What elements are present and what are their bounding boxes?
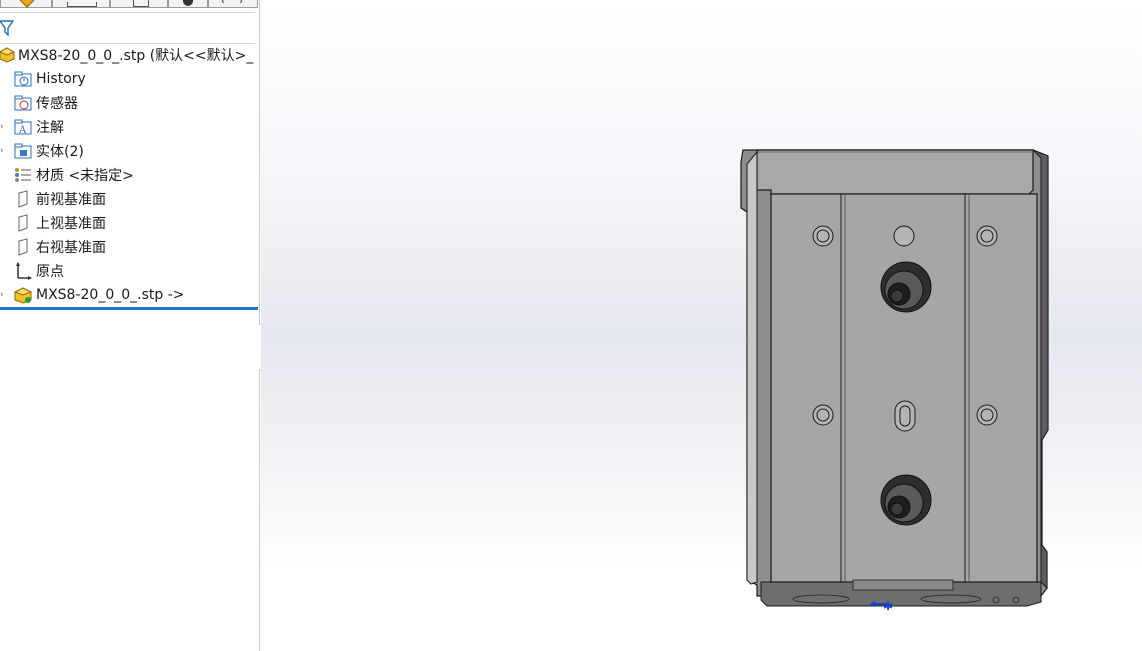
tree-root-label: MXS8-20_0_0_.stp (默认<<默认>_ <box>18 48 254 64</box>
chevron-left-icon[interactable]: ‹ <box>221 0 225 7</box>
expand-arrow-icon[interactable]: › <box>0 122 4 132</box>
tree-item-label: 右视基准面 <box>36 240 106 256</box>
feature-manager-tab[interactable] <box>0 0 52 8</box>
tree-item-origin[interactable]: 原点 <box>0 260 258 282</box>
tree-item-label: MXS8-20_0_0_.stp -> <box>36 287 185 303</box>
tab-scroll-arrows[interactable]: ‹ › <box>208 0 258 8</box>
tree-item-label: 前视基准面 <box>36 192 106 208</box>
annotation-folder-icon: A <box>14 118 32 136</box>
plane-icon <box>14 190 32 208</box>
tree-item-sensors[interactable]: 传感器 <box>0 92 258 114</box>
rollback-bar[interactable] <box>0 307 258 310</box>
tree-item-label: 原点 <box>36 264 64 280</box>
tree-item-history[interactable]: History <box>0 68 258 90</box>
part-left-edge <box>746 150 758 585</box>
tree-item-material[interactable]: 材质 <未指定> <box>0 164 258 186</box>
history-folder-icon <box>14 70 32 88</box>
property-manager-tab[interactable] <box>52 0 110 8</box>
tree-item-label: 传感器 <box>36 96 78 112</box>
part-icon <box>0 46 16 64</box>
tree-item-front-plane[interactable]: 前视基准面 <box>0 188 258 210</box>
dimxpert-tab[interactable] <box>168 0 208 8</box>
solid-bodies-folder-icon <box>14 142 32 160</box>
chevron-right-icon[interactable]: › <box>239 0 243 7</box>
tree-item-imported-feature[interactable]: › MXS8-20_0_0_.stp -> <box>0 284 258 306</box>
tree-item-label: History <box>36 71 86 87</box>
configuration-icon <box>133 0 149 7</box>
tree-item-annotations[interactable]: › A 注解 <box>0 116 258 138</box>
part-top-rail <box>756 149 1034 195</box>
tree-root-part[interactable]: MXS8-20_0_0_.stp (默认<<默认>_ <box>0 44 256 66</box>
tree-item-label: 注解 <box>36 120 64 136</box>
plane-icon <box>14 214 32 232</box>
tree-item-label: 材质 <未指定> <box>36 168 134 184</box>
imported-part-icon <box>14 286 32 304</box>
tree-item-solid-bodies[interactable]: › 实体(2) <box>0 140 258 162</box>
crosshair-icon <box>183 0 193 6</box>
expand-arrow-icon[interactable]: › <box>0 290 4 300</box>
filter-icon[interactable] <box>0 20 14 36</box>
tree-item-label: 上视基准面 <box>36 216 106 232</box>
expand-arrow-icon[interactable]: › <box>0 146 4 156</box>
svg-text:A: A <box>18 125 27 135</box>
tree-item-top-plane[interactable]: 上视基准面 <box>0 212 258 234</box>
plane-icon <box>14 238 32 256</box>
origin-icon <box>14 262 32 280</box>
tree-filter-bar <box>0 12 255 44</box>
svg-text:✱: ✱ <box>883 599 893 613</box>
tree-item-label: 实体(2) <box>36 144 84 160</box>
material-icon <box>14 166 32 184</box>
sensor-folder-icon <box>14 94 32 112</box>
property-icon <box>67 2 97 7</box>
part-model[interactable]: ✱ <box>261 0 1142 651</box>
tree-item-right-plane[interactable]: 右视基准面 <box>0 236 258 258</box>
feature-manager-panel: ‹ › MXS8-20_0_0_.stp (默认<<默认>_ History 传… <box>0 0 260 651</box>
part-icon <box>19 0 35 8</box>
configuration-manager-tab[interactable] <box>110 0 168 8</box>
panel-tabs: ‹ › <box>0 0 258 10</box>
graphics-viewport[interactable]: ✱ <box>261 0 1142 651</box>
